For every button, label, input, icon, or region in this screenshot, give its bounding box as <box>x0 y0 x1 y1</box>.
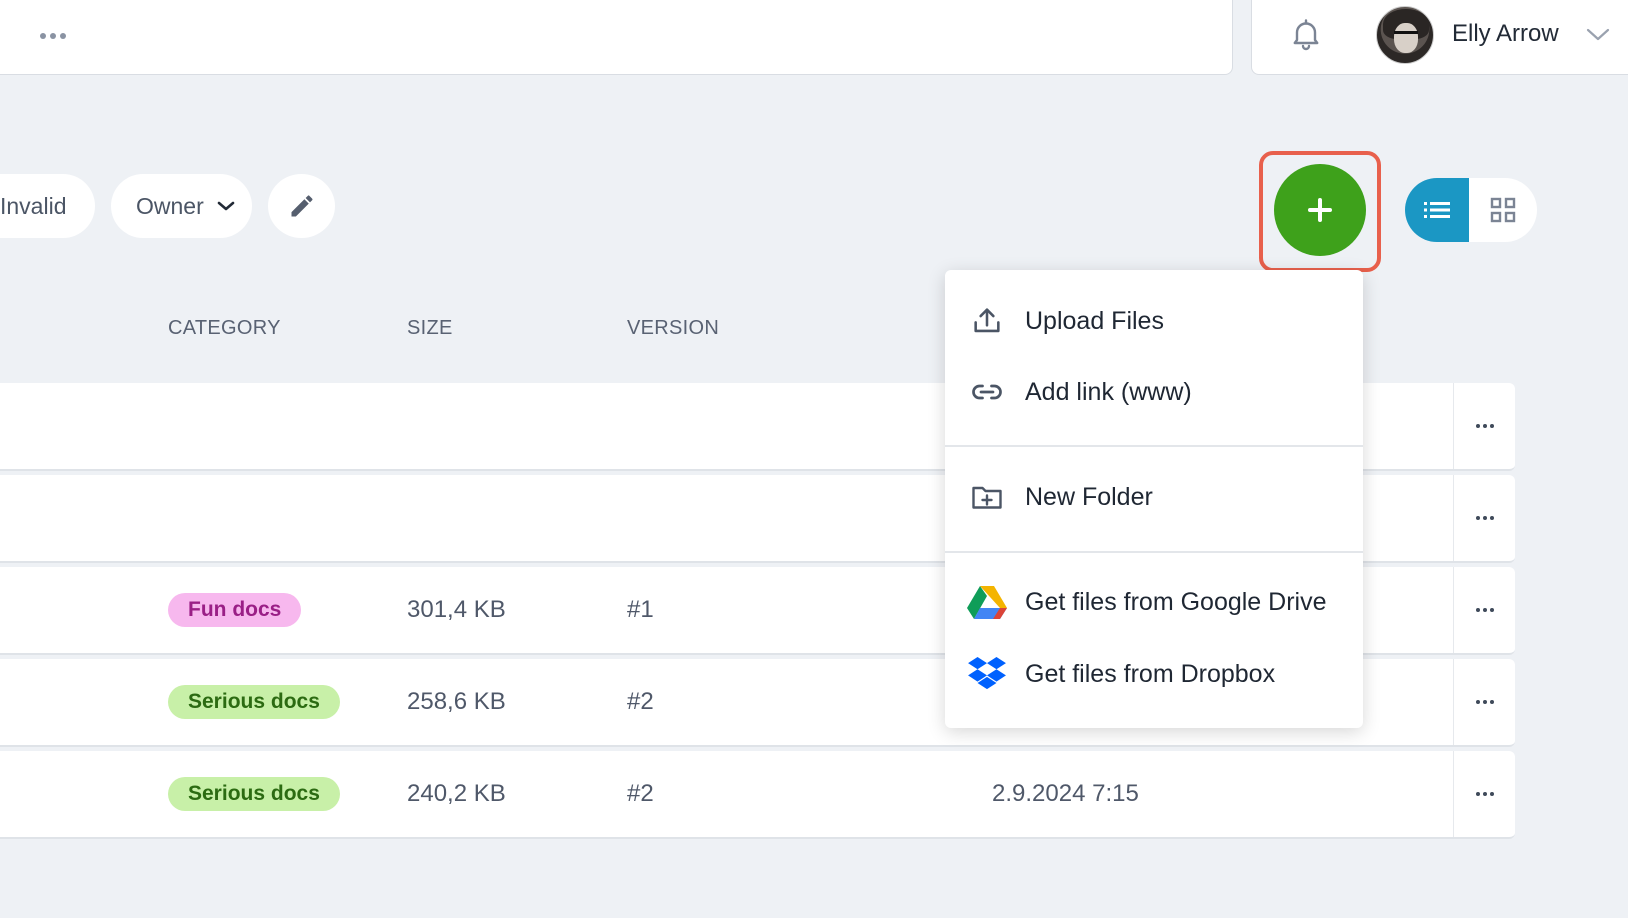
menu-divider <box>945 551 1363 553</box>
more-options-icon[interactable] <box>40 26 80 46</box>
filter-owner[interactable]: Owner <box>111 174 252 238</box>
version-cell: #2 <box>627 688 654 715</box>
bell-icon[interactable] <box>1288 16 1324 52</box>
avatar[interactable] <box>1376 6 1434 64</box>
size-cell: 258,6 KB <box>407 688 506 715</box>
date-cell: 2.9.2024 7:15 <box>992 780 1139 807</box>
menu-item-google-drive[interactable]: Get files from Google Drive <box>945 571 1363 633</box>
menu-item-label: Get files from Dropbox <box>1025 659 1276 688</box>
menu-divider <box>945 445 1363 447</box>
chevron-down-icon[interactable] <box>1585 24 1611 44</box>
category-badge: Serious docs <box>168 685 340 719</box>
menu-item-new-folder[interactable]: New Folder <box>945 466 1363 528</box>
chevron-down-icon <box>217 201 235 211</box>
row-more-button[interactable] <box>1453 659 1515 745</box>
view-toggle <box>1405 178 1537 242</box>
version-cell: #1 <box>627 596 654 623</box>
upload-icon <box>974 308 1000 333</box>
column-header-category[interactable]: CATEGORY <box>168 317 281 340</box>
list-icon <box>1424 202 1450 218</box>
filter-owner-label: Owner <box>136 192 204 219</box>
edit-filters-button[interactable] <box>268 174 335 238</box>
table-row[interactable]: Serious docs 240,2 KB #2 2.9.2024 7:15 <box>0 751 1515 839</box>
row-more-button[interactable] <box>1453 567 1515 653</box>
dropbox-icon <box>968 656 1006 690</box>
plus-icon <box>1308 198 1332 222</box>
filter-invalid-label: Invalid <box>0 192 67 219</box>
menu-item-label: Upload Files <box>1025 306 1164 335</box>
menu-item-dropbox[interactable]: Get files from Dropbox <box>945 643 1363 705</box>
menu-item-label: Get files from Google Drive <box>1025 587 1327 616</box>
category-badge: Serious docs <box>168 777 340 811</box>
category-badge: Fun docs <box>168 593 302 627</box>
top-bar <box>0 0 1233 75</box>
add-menu: Upload Files Add link (www) New Folder G… <box>945 270 1363 728</box>
pencil-icon <box>291 195 312 217</box>
menu-item-upload-files[interactable]: Upload Files <box>945 290 1363 352</box>
filter-invalid[interactable]: Invalid <box>0 174 95 238</box>
column-header-version[interactable]: VERSION <box>627 317 719 340</box>
column-header-size[interactable]: SIZE <box>407 317 453 340</box>
link-icon <box>972 384 1002 400</box>
google-drive-icon <box>967 586 1007 619</box>
grid-view-button[interactable] <box>1469 178 1537 242</box>
list-view-button[interactable] <box>1405 178 1469 242</box>
menu-item-add-link[interactable]: Add link (www) <box>945 361 1363 423</box>
row-more-button[interactable] <box>1453 751 1515 837</box>
grid-icon <box>1490 197 1516 223</box>
add-button[interactable] <box>1274 164 1366 256</box>
menu-item-label: Add link (www) <box>1025 377 1192 406</box>
size-cell: 301,4 KB <box>407 596 506 623</box>
version-cell: #2 <box>627 780 654 807</box>
row-more-button[interactable] <box>1453 383 1515 469</box>
size-cell: 240,2 KB <box>407 780 506 807</box>
menu-item-label: New Folder <box>1025 482 1153 511</box>
user-name[interactable]: Elly Arrow <box>1452 20 1559 48</box>
row-more-button[interactable] <box>1453 475 1515 561</box>
new-folder-icon <box>972 486 1002 509</box>
